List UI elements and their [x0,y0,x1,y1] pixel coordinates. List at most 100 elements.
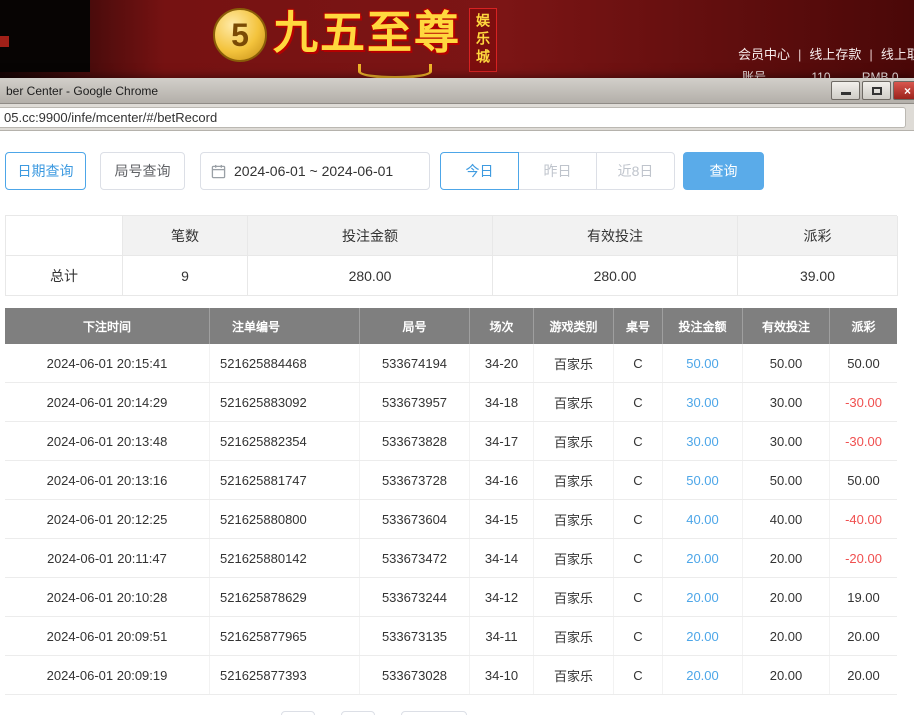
cell-bet-time: 2024-06-01 20:13:48 [5,422,210,460]
col-header-bet-id: 注单编号 [210,308,360,344]
cell-valid-bet: 20.00 [743,539,830,577]
table-row: 2024-06-01 20:09:51 521625877965 533673135… [5,617,897,656]
cell-valid-bet: 50.00 [743,461,830,499]
round-query-button[interactable]: 局号查询 [100,152,185,190]
cell-session: 34-10 [470,656,534,694]
summary-header-payout: 派彩 [738,216,898,256]
page-content: 日期查询 局号查询 2024-06-01 ~ 2024-06-01 今日 昨日 近8… [0,152,914,715]
pagination-prev-button[interactable] [281,711,315,715]
date-range-value: 2024-06-01 ~ 2024-06-01 [234,163,394,179]
summary-total-label: 总计 [6,256,123,296]
cell-bet-id: 521625881747 [210,461,360,499]
date-range-picker[interactable]: 2024-06-01 ~ 2024-06-01 [200,152,430,190]
cell-valid-bet: 20.00 [743,617,830,655]
cell-game-type: 百家乐 [534,383,614,421]
cell-bet-id: 521625880142 [210,539,360,577]
cell-payout: -20.00 [845,550,882,566]
cell-game-type: 百家乐 [534,500,614,538]
nav-separator: | [869,47,873,62]
bet-table-header: 下注时间 注单编号 局号 场次 游戏类别 桌号 投注金额 有效投注 派彩 [5,308,897,344]
quick-range-today[interactable]: 今日 [440,152,519,190]
filter-bar: 日期查询 局号查询 2024-06-01 ~ 2024-06-01 今日 昨日 近8… [5,152,897,190]
cell-payout: 19.00 [847,589,880,605]
bet-record-table: 下注时间 注单编号 局号 场次 游戏类别 桌号 投注金额 有效投注 派彩 2024-06-01 … [5,308,897,695]
col-header-session: 场次 [470,308,534,344]
cell-bet-time: 2024-06-01 20:11:47 [5,539,210,577]
cell-bet-amount[interactable]: 50.00 [663,344,743,382]
minimize-button[interactable] [831,81,860,100]
cell-bet-amount[interactable]: 20.00 [663,578,743,616]
cell-session: 34-16 [470,461,534,499]
cell-bet-amount[interactable]: 50.00 [663,461,743,499]
close-button[interactable]: × [893,81,914,100]
logo-title: 九五至尊 [273,7,462,58]
cell-bet-id: 521625882354 [210,422,360,460]
cell-bet-amount[interactable]: 30.00 [663,383,743,421]
nav-link[interactable]: 线上存款 [809,47,861,62]
browser-address-bar: 05.cc:9900/infe/mcenter/#/betRecord [0,104,914,131]
cell-table-no: C [614,500,663,538]
cell-bet-amount[interactable]: 20.00 [663,617,743,655]
summary-header-count: 笔数 [123,216,248,256]
screen: 5 九五至尊 娱乐城 会员中心|线上存款|线上取款 账号 110 RMB 0 b… [0,0,914,715]
cell-round-id: 533673728 [360,461,470,499]
cell-game-type: 百家乐 [534,656,614,694]
table-row: 2024-06-01 20:11:47 521625880142 533673472… [5,539,897,578]
cell-bet-amount[interactable]: 30.00 [663,422,743,460]
cell-table-no: C [614,539,663,577]
summary-corner-cell [6,216,123,256]
header-black-panel [0,0,90,72]
table-row: 2024-06-01 20:13:48 521625882354 533673828… [5,422,897,461]
cell-payout: -30.00 [845,433,882,449]
col-header-game-type: 游戏类别 [534,308,614,344]
cell-game-type: 百家乐 [534,539,614,577]
cell-session: 34-11 [470,617,534,655]
col-header-bet-time: 下注时间 [5,308,210,344]
search-button[interactable]: 查询 [683,152,764,190]
cell-bet-amount[interactable]: 40.00 [663,500,743,538]
cell-session: 34-15 [470,500,534,538]
cell-round-id: 533673604 [360,500,470,538]
cell-bet-id: 521625878629 [210,578,360,616]
window-title-bar[interactable]: ber Center - Google Chrome × [0,78,914,104]
cell-session: 34-20 [470,344,534,382]
maximize-button[interactable] [862,81,891,100]
cell-bet-time: 2024-06-01 20:12:25 [5,500,210,538]
cell-valid-bet: 20.00 [743,578,830,616]
table-row: 2024-06-01 20:12:25 521625880800 533673604… [5,500,897,539]
cell-bet-amount[interactable]: 20.00 [663,656,743,694]
col-header-round-id: 局号 [360,308,470,344]
nav-link[interactable]: 会员中心 [738,47,790,62]
pagination-next-button[interactable] [401,711,467,715]
cell-session: 34-18 [470,383,534,421]
cell-valid-bet: 20.00 [743,656,830,694]
cell-table-no: C [614,578,663,616]
summary-header-row: 笔数 投注金额 有效投注 派彩 [6,216,898,256]
cell-bet-time: 2024-06-01 20:14:29 [5,383,210,421]
date-query-button[interactable]: 日期查询 [5,152,86,190]
cell-round-id: 533673244 [360,578,470,616]
url-input[interactable]: 05.cc:9900/infe/mcenter/#/betRecord [0,106,906,128]
quick-range-yesterday[interactable]: 昨日 [518,152,597,190]
cell-game-type: 百家乐 [534,422,614,460]
cell-bet-amount[interactable]: 20.00 [663,539,743,577]
cell-payout: -40.00 [845,511,882,527]
table-row: 2024-06-01 20:09:19 521625877393 533673028… [5,656,897,695]
minimize-icon [840,92,851,95]
cell-bet-id: 521625877965 [210,617,360,655]
summary-header-bet-amount: 投注金额 [248,216,493,256]
maximize-icon [871,86,882,95]
summary-header-valid-bet: 有效投注 [493,216,738,256]
cell-game-type: 百家乐 [534,617,614,655]
quick-range-last8days[interactable]: 近8日 [596,152,675,190]
col-header-payout: 派彩 [851,319,876,334]
pagination-page-button[interactable] [341,711,375,715]
summary-value-count: 9 [123,256,248,296]
cell-bet-id: 521625884468 [210,344,360,382]
nav-link[interactable]: 线上取款 [881,47,914,62]
cell-payout: 50.00 [847,355,880,371]
cell-round-id: 533673028 [360,656,470,694]
site-nav: 会员中心 | 线上存款 | 线上取款 [738,44,914,63]
left-edge-red-block [0,36,9,47]
cell-round-id: 533673472 [360,539,470,577]
